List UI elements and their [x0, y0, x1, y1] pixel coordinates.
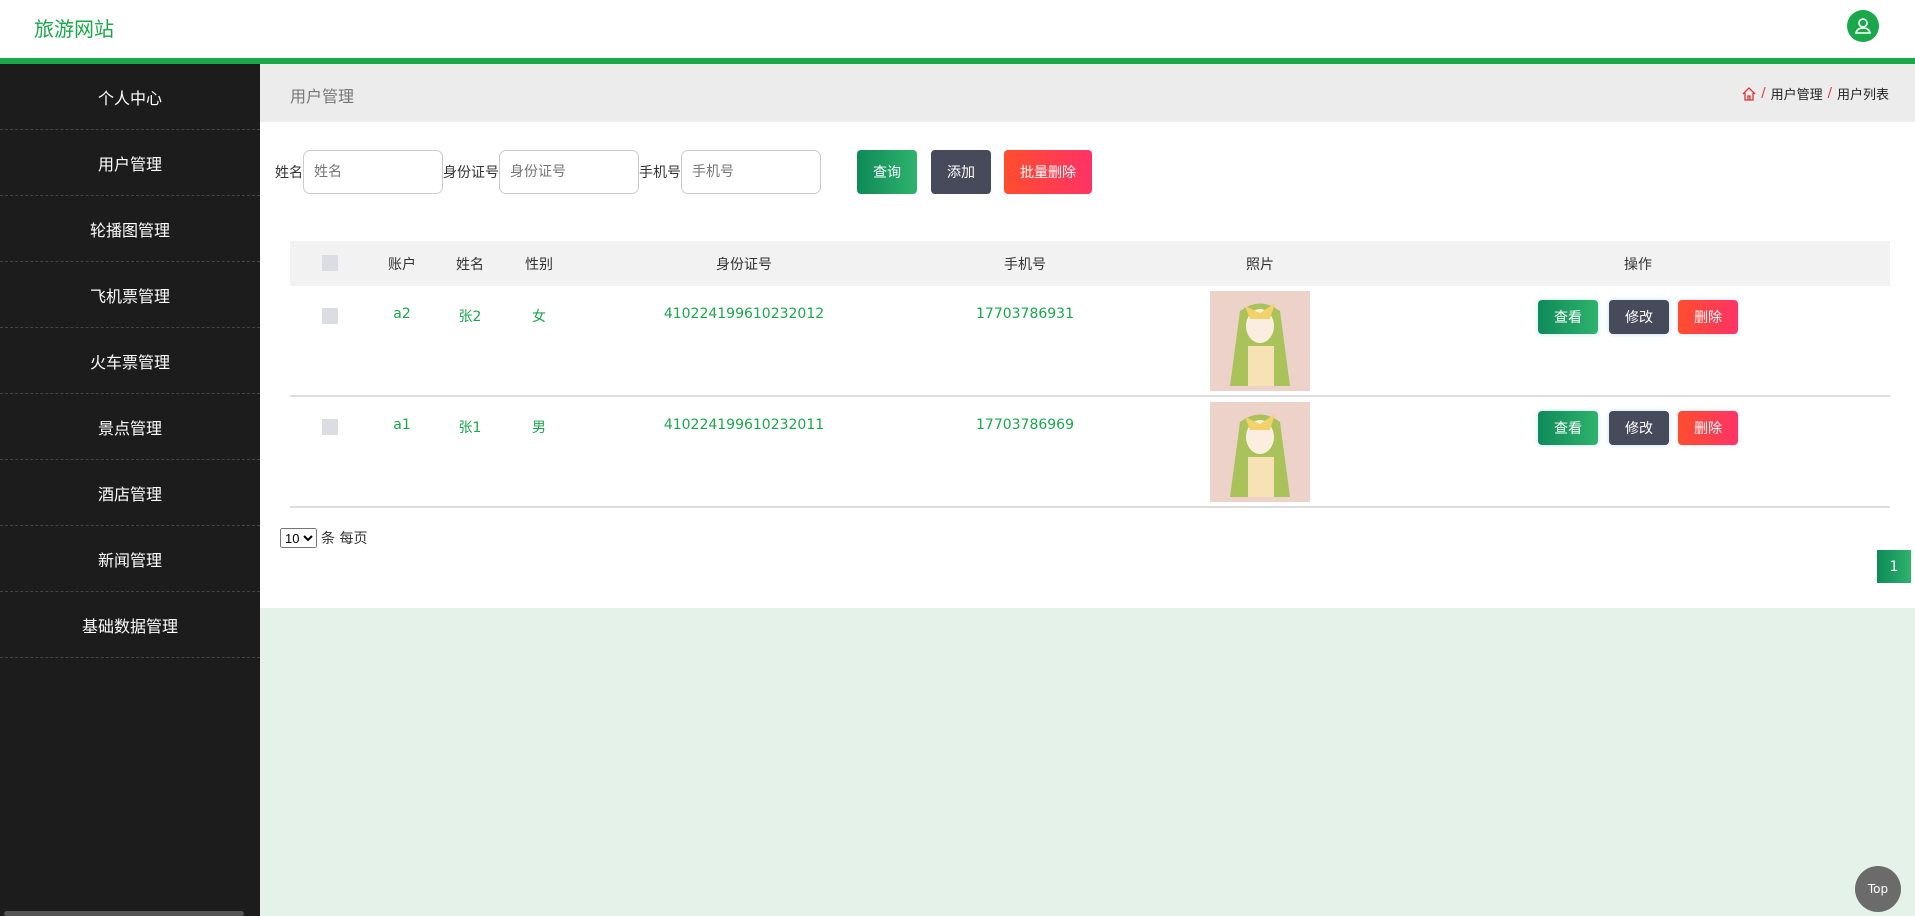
account-cell: a1 [393, 417, 411, 433]
breadcrumb-users[interactable]: 用户管理 [1771, 84, 1823, 103]
home-icon[interactable] [1742, 86, 1756, 101]
id-number-input[interactable] [499, 150, 639, 194]
user-photo [1210, 402, 1310, 502]
site-logo[interactable]: 旅游网站 [34, 13, 114, 42]
page-header: 用户管理 / 用户管理 / 用户列表 [260, 64, 1915, 122]
sidebar-item-news[interactable]: 新闻管理 [0, 526, 260, 592]
table-row: a2 张2 女 410224199610232012 17703786931 查… [290, 286, 1890, 397]
column-header: 账户 [388, 257, 416, 273]
column-header: 身份证号 [716, 257, 772, 273]
id-number-cell: 410224199610232011 [663, 417, 825, 433]
page-1-button[interactable]: 1 [1877, 550, 1911, 583]
column-header: 姓名 [456, 257, 484, 273]
user-avatar[interactable] [1847, 10, 1879, 42]
main-content: 用户管理 / 用户管理 / 用户列表 姓名 身份证号 手机号 查询 添加 批量删… [260, 64, 1915, 608]
sidebar-scrollbar[interactable] [4, 911, 244, 916]
phone-input[interactable] [681, 150, 821, 194]
account-cell: a2 [393, 306, 411, 322]
id-number-cell: 410224199610232012 [663, 306, 825, 322]
user-table: 账户 姓名 性别 身份证号 手机号 照片 操作 a2 张2 女 41022419… [290, 241, 1890, 508]
view-button[interactable]: 查看 [1538, 411, 1598, 445]
sidebar: 个人中心 用户管理 轮播图管理 飞机票管理 火车票管理 景点管理 酒店管理 新闻… [0, 64, 260, 916]
query-button[interactable]: 查询 [857, 150, 917, 194]
select-all-checkbox[interactable] [322, 255, 338, 271]
back-to-top-button[interactable]: Top [1855, 866, 1901, 912]
name-cell: 张1 [458, 420, 482, 436]
breadcrumb: / 用户管理 / 用户列表 [1742, 84, 1889, 103]
search-bar: 姓名 身份证号 手机号 查询 添加 批量删除 [275, 150, 1092, 194]
delete-button[interactable]: 删除 [1678, 300, 1738, 334]
page-title: 用户管理 [290, 87, 355, 106]
name-cell: 张2 [458, 309, 482, 325]
add-button[interactable]: 添加 [931, 150, 991, 194]
column-header: 照片 [1246, 257, 1274, 273]
sidebar-item-basedata[interactable]: 基础数据管理 [0, 592, 260, 658]
user-icon [1855, 18, 1871, 34]
sidebar-item-hotels[interactable]: 酒店管理 [0, 460, 260, 526]
view-button[interactable]: 查看 [1538, 300, 1598, 334]
column-header: 操作 [1624, 257, 1652, 273]
column-header: 手机号 [1004, 257, 1046, 273]
id-number-label: 身份证号 [443, 165, 499, 181]
sidebar-item-personal[interactable]: 个人中心 [0, 64, 260, 130]
top-header: 旅游网站 [0, 0, 1915, 58]
sidebar-item-flights[interactable]: 飞机票管理 [0, 262, 260, 328]
sidebar-item-carousel[interactable]: 轮播图管理 [0, 196, 260, 262]
name-label: 姓名 [275, 165, 303, 181]
row-checkbox[interactable] [322, 308, 338, 324]
batch-delete-button[interactable]: 批量删除 [1004, 150, 1092, 194]
phone-cell: 17703786969 [976, 417, 1074, 433]
breadcrumb-separator: / [1827, 86, 1832, 101]
breadcrumb-user-list: 用户列表 [1836, 88, 1889, 103]
user-photo [1210, 291, 1310, 391]
edit-button[interactable]: 修改 [1609, 411, 1669, 445]
name-input[interactable] [303, 150, 443, 194]
row-checkbox[interactable] [322, 419, 338, 435]
page-size-suffix: 条 每页 [321, 531, 368, 547]
sidebar-item-trains[interactable]: 火车票管理 [0, 328, 260, 394]
table-header: 账户 姓名 性别 身份证号 手机号 照片 操作 [290, 241, 1890, 286]
page-size-select[interactable]: 10 [280, 528, 317, 548]
gender-cell: 女 [532, 309, 546, 325]
phone-label: 手机号 [639, 165, 681, 181]
phone-cell: 17703786931 [976, 306, 1074, 322]
table-row: a1 张1 男 410224199610232011 17703786969 查… [290, 397, 1890, 508]
sidebar-item-users[interactable]: 用户管理 [0, 130, 260, 196]
column-header: 性别 [525, 257, 553, 273]
breadcrumb-separator: / [1761, 86, 1766, 101]
edit-button[interactable]: 修改 [1609, 300, 1669, 334]
delete-button[interactable]: 删除 [1678, 411, 1738, 445]
gender-cell: 男 [532, 420, 546, 436]
page-size-control: 10 条 每页 [280, 528, 367, 548]
sidebar-item-attractions[interactable]: 景点管理 [0, 394, 260, 460]
